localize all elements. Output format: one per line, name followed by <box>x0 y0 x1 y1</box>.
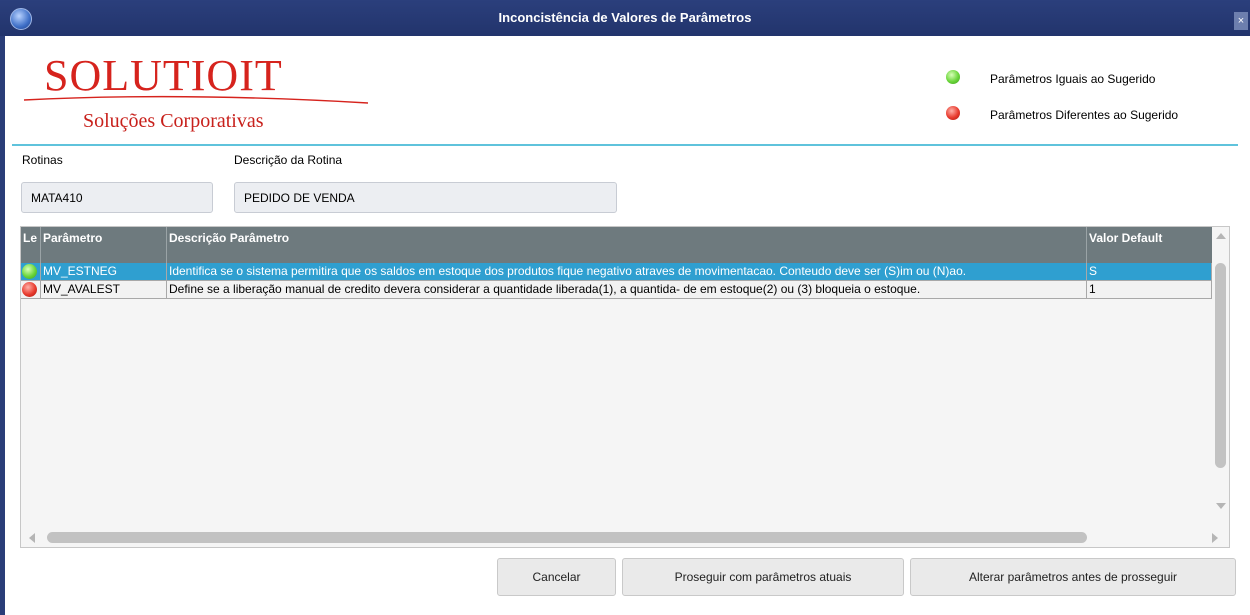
scroll-up-icon[interactable] <box>1216 233 1226 239</box>
row-status-cell <box>21 281 41 299</box>
table-row[interactable]: MV_ESTNEG Identifica se o sistema permit… <box>21 263 1212 281</box>
header-separator <box>12 144 1238 146</box>
rotinas-label: Rotinas <box>22 153 63 167</box>
scroll-down-icon[interactable] <box>1216 503 1226 509</box>
window-frame-left <box>0 36 5 615</box>
green-status-icon <box>22 264 37 279</box>
horizontal-scroll-thumb[interactable] <box>47 532 1087 543</box>
scroll-right-icon[interactable] <box>1212 533 1218 543</box>
red-status-icon <box>946 106 960 120</box>
column-header-le[interactable]: Le <box>21 227 41 263</box>
legend-item-equal: Parâmetros Iguais ao Sugerido <box>946 68 1236 88</box>
legend-label-different: Parâmetros Diferentes ao Sugerido <box>990 108 1179 122</box>
descricao-rotina-field[interactable]: PEDIDO DE VENDA <box>234 182 617 213</box>
column-header-valor-default[interactable]: Valor Default <box>1087 227 1212 263</box>
window-title: Inconcistência de Valores de Parâmetros <box>498 10 752 25</box>
row-status-cell <box>21 263 41 281</box>
scroll-left-icon[interactable] <box>29 533 35 543</box>
vertical-scrollbar[interactable] <box>1212 227 1229 528</box>
change-parameters-button[interactable]: Alterar parâmetros antes de prosseguir <box>910 558 1236 596</box>
table-row[interactable]: MV_AVALEST Define se a liberação manual … <box>21 281 1212 299</box>
row-descricao: Define se a liberação manual de credito … <box>167 281 1087 299</box>
row-descricao: Identifica se o sistema permitira que os… <box>167 263 1087 281</box>
rotinas-field[interactable]: MATA410 <box>21 182 213 213</box>
row-valor-default: 1 <box>1087 281 1212 299</box>
solutioit-logo: SOLUTIOIT Soluções Corporativas <box>23 51 369 132</box>
row-parametro: MV_AVALEST <box>41 281 167 299</box>
vertical-scroll-thumb[interactable] <box>1215 263 1226 468</box>
green-status-icon <box>946 70 960 84</box>
red-status-icon <box>22 282 37 297</box>
legend-item-different: Parâmetros Diferentes ao Sugerido <box>946 104 1236 124</box>
parameters-grid[interactable]: Le Parâmetro Descrição Parâmetro Valor D… <box>20 226 1230 548</box>
grid-header: Le Parâmetro Descrição Parâmetro Valor D… <box>21 227 1212 263</box>
logo-tagline: Soluções Corporativas <box>83 110 264 132</box>
cancel-button[interactable]: Cancelar <box>497 558 616 596</box>
descricao-rotina-label: Descrição da Rotina <box>234 153 343 167</box>
title-bar: Inconcistência de Valores de Parâmetros … <box>0 0 1250 36</box>
close-icon[interactable]: × <box>1234 12 1248 30</box>
row-parametro: MV_ESTNEG <box>41 263 167 281</box>
row-valor-default: S <box>1087 263 1212 281</box>
legend-label-equal: Parâmetros Iguais ao Sugerido <box>990 72 1156 86</box>
column-header-parametro[interactable]: Parâmetro <box>41 227 167 263</box>
logo-brand: SOLUTIOIT <box>44 51 283 100</box>
proceed-button[interactable]: Proseguir com parâmetros atuais <box>622 558 904 596</box>
column-header-descricao[interactable]: Descrição Parâmetro <box>167 227 1087 263</box>
horizontal-scrollbar[interactable] <box>21 528 1229 547</box>
